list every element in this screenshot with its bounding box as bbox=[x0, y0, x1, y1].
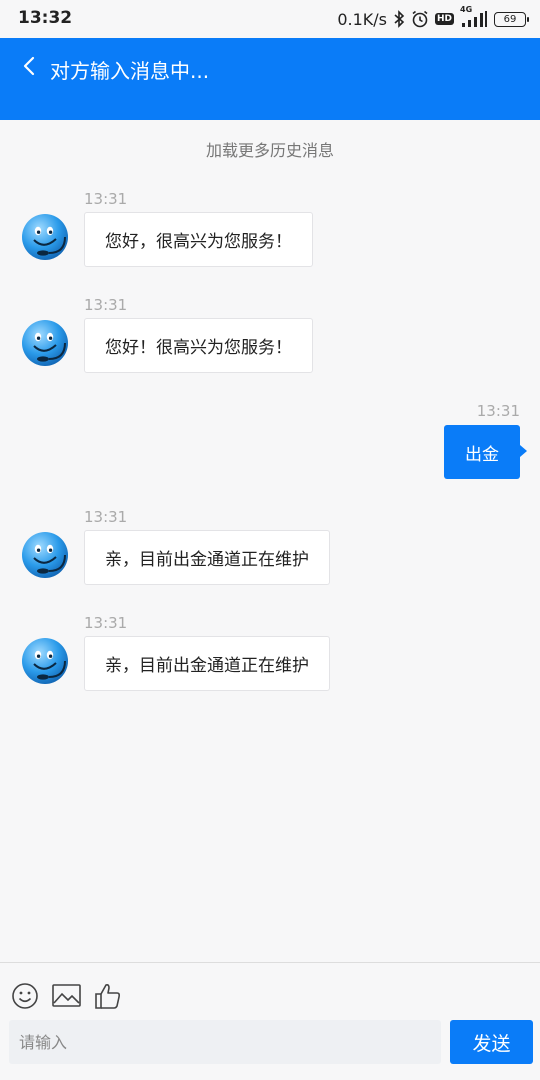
agent-avatar bbox=[22, 532, 68, 578]
status-time: 13:32 bbox=[18, 8, 73, 28]
agent-message-bubble[interactable]: 您好，很高兴为您服务！ bbox=[84, 212, 313, 267]
agent-avatar bbox=[22, 320, 68, 366]
network-speed: 0.1K/s bbox=[337, 9, 387, 29]
message-timestamp: 13:31 bbox=[84, 614, 128, 632]
agent-message-bubble[interactable]: 您好！很高兴为您服务！ bbox=[84, 318, 313, 373]
battery-icon: 69 bbox=[494, 11, 529, 27]
alarm-icon bbox=[411, 10, 429, 28]
battery-level: 69 bbox=[503, 13, 517, 25]
back-arrow-icon[interactable] bbox=[18, 54, 42, 78]
chat-header: 对方输入消息中... bbox=[0, 38, 540, 120]
signal-icon: 4G bbox=[460, 5, 488, 28]
load-more-history-link[interactable]: 加载更多历史消息 bbox=[0, 137, 540, 161]
composer-bar: 发送 bbox=[0, 962, 540, 1080]
message-timestamp: 13:31 bbox=[476, 402, 520, 420]
image-icon[interactable] bbox=[51, 981, 82, 1011]
thumbs-up-icon[interactable] bbox=[93, 981, 123, 1011]
message-timestamp: 13:31 bbox=[84, 190, 128, 208]
bluetooth-icon bbox=[393, 10, 405, 28]
hd-badge: HD bbox=[434, 13, 454, 25]
user-message-bubble[interactable]: 出金 bbox=[444, 425, 527, 479]
agent-message-bubble[interactable]: 亲，目前出金通道正在维护 bbox=[84, 530, 330, 585]
signal-label: 4G bbox=[460, 5, 473, 14]
agent-message-bubble[interactable]: 亲，目前出金通道正在维护 bbox=[84, 636, 330, 691]
message-timestamp: 13:31 bbox=[84, 508, 128, 526]
agent-avatar bbox=[22, 214, 68, 260]
send-button[interactable]: 发送 bbox=[450, 1020, 533, 1064]
smiley-icon[interactable] bbox=[10, 981, 40, 1011]
status-icons: 0.1K/s HD 4G 69 bbox=[337, 5, 529, 29]
status-bar: 13:32 0.1K/s HD 4G 69 bbox=[0, 0, 540, 38]
message-input[interactable] bbox=[9, 1020, 441, 1064]
message-timestamp: 13:31 bbox=[84, 296, 128, 314]
agent-avatar bbox=[22, 638, 68, 684]
page-title: 对方输入消息中... bbox=[50, 59, 210, 83]
